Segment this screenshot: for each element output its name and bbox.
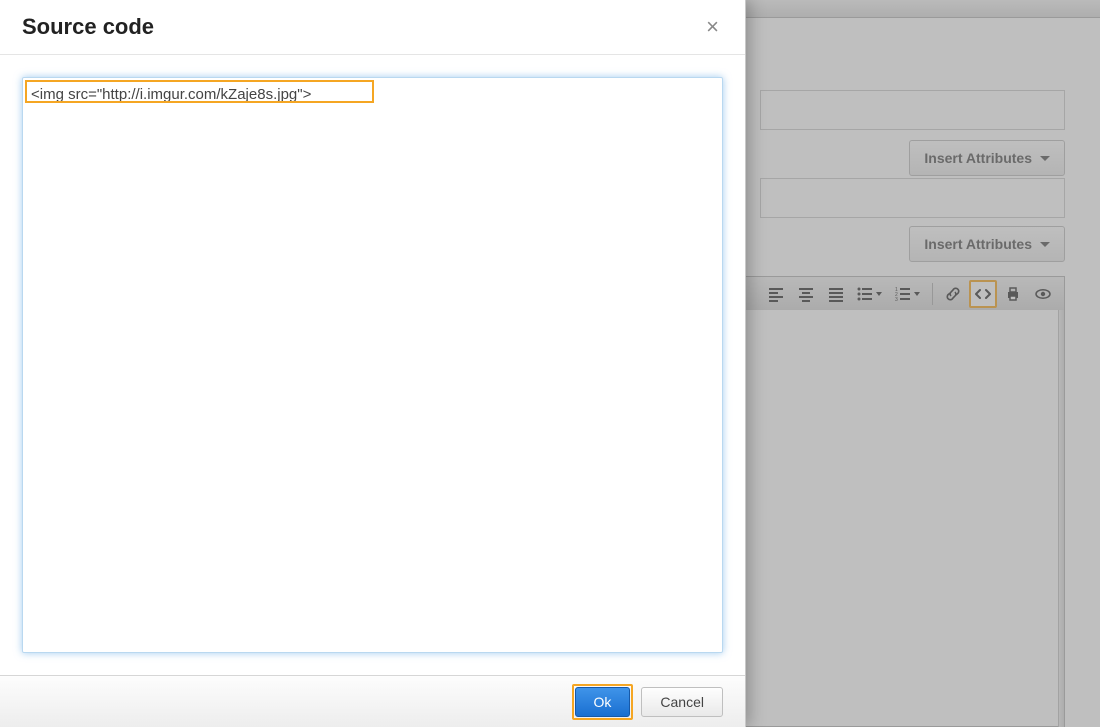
number-list-icon[interactable]: 123 (890, 280, 926, 308)
bullet-list-icon[interactable] (852, 280, 888, 308)
modal-title: Source code (22, 14, 154, 40)
cancel-button[interactable]: Cancel (641, 687, 723, 717)
source-code-textarea[interactable] (23, 78, 722, 652)
preview-icon[interactable] (1029, 280, 1057, 308)
ok-button[interactable]: Ok (575, 687, 631, 717)
text-field-1[interactable] (760, 90, 1065, 130)
align-left-icon[interactable] (762, 280, 790, 308)
close-icon[interactable]: × (702, 16, 723, 38)
link-icon[interactable] (939, 280, 967, 308)
insert-attributes-label: Insert Attributes (924, 150, 1032, 166)
modal-header: Source code × (0, 0, 745, 55)
source-code-icon[interactable] (969, 280, 997, 308)
caret-down-icon (1040, 242, 1050, 247)
source-textarea-wrapper (22, 77, 723, 653)
editor-scrollbar[interactable] (1058, 310, 1065, 727)
chevron-down-icon (914, 292, 920, 296)
text-field-2[interactable] (760, 178, 1065, 218)
modal-body (0, 55, 745, 675)
print-icon[interactable] (999, 280, 1027, 308)
caret-down-icon (1040, 156, 1050, 161)
modal-footer: Ok Cancel (0, 675, 745, 727)
insert-attributes-button-1[interactable]: Insert Attributes (909, 140, 1065, 176)
svg-text:3: 3 (895, 297, 898, 302)
toolbar-separator (932, 283, 933, 305)
align-justify-icon[interactable] (822, 280, 850, 308)
source-code-modal: Source code × Ok Cancel (0, 0, 746, 727)
align-center-icon[interactable] (792, 280, 820, 308)
insert-attributes-button-2[interactable]: Insert Attributes (909, 226, 1065, 262)
ok-button-highlight: Ok (572, 684, 634, 720)
insert-attributes-label: Insert Attributes (924, 236, 1032, 252)
chevron-down-icon (876, 292, 882, 296)
